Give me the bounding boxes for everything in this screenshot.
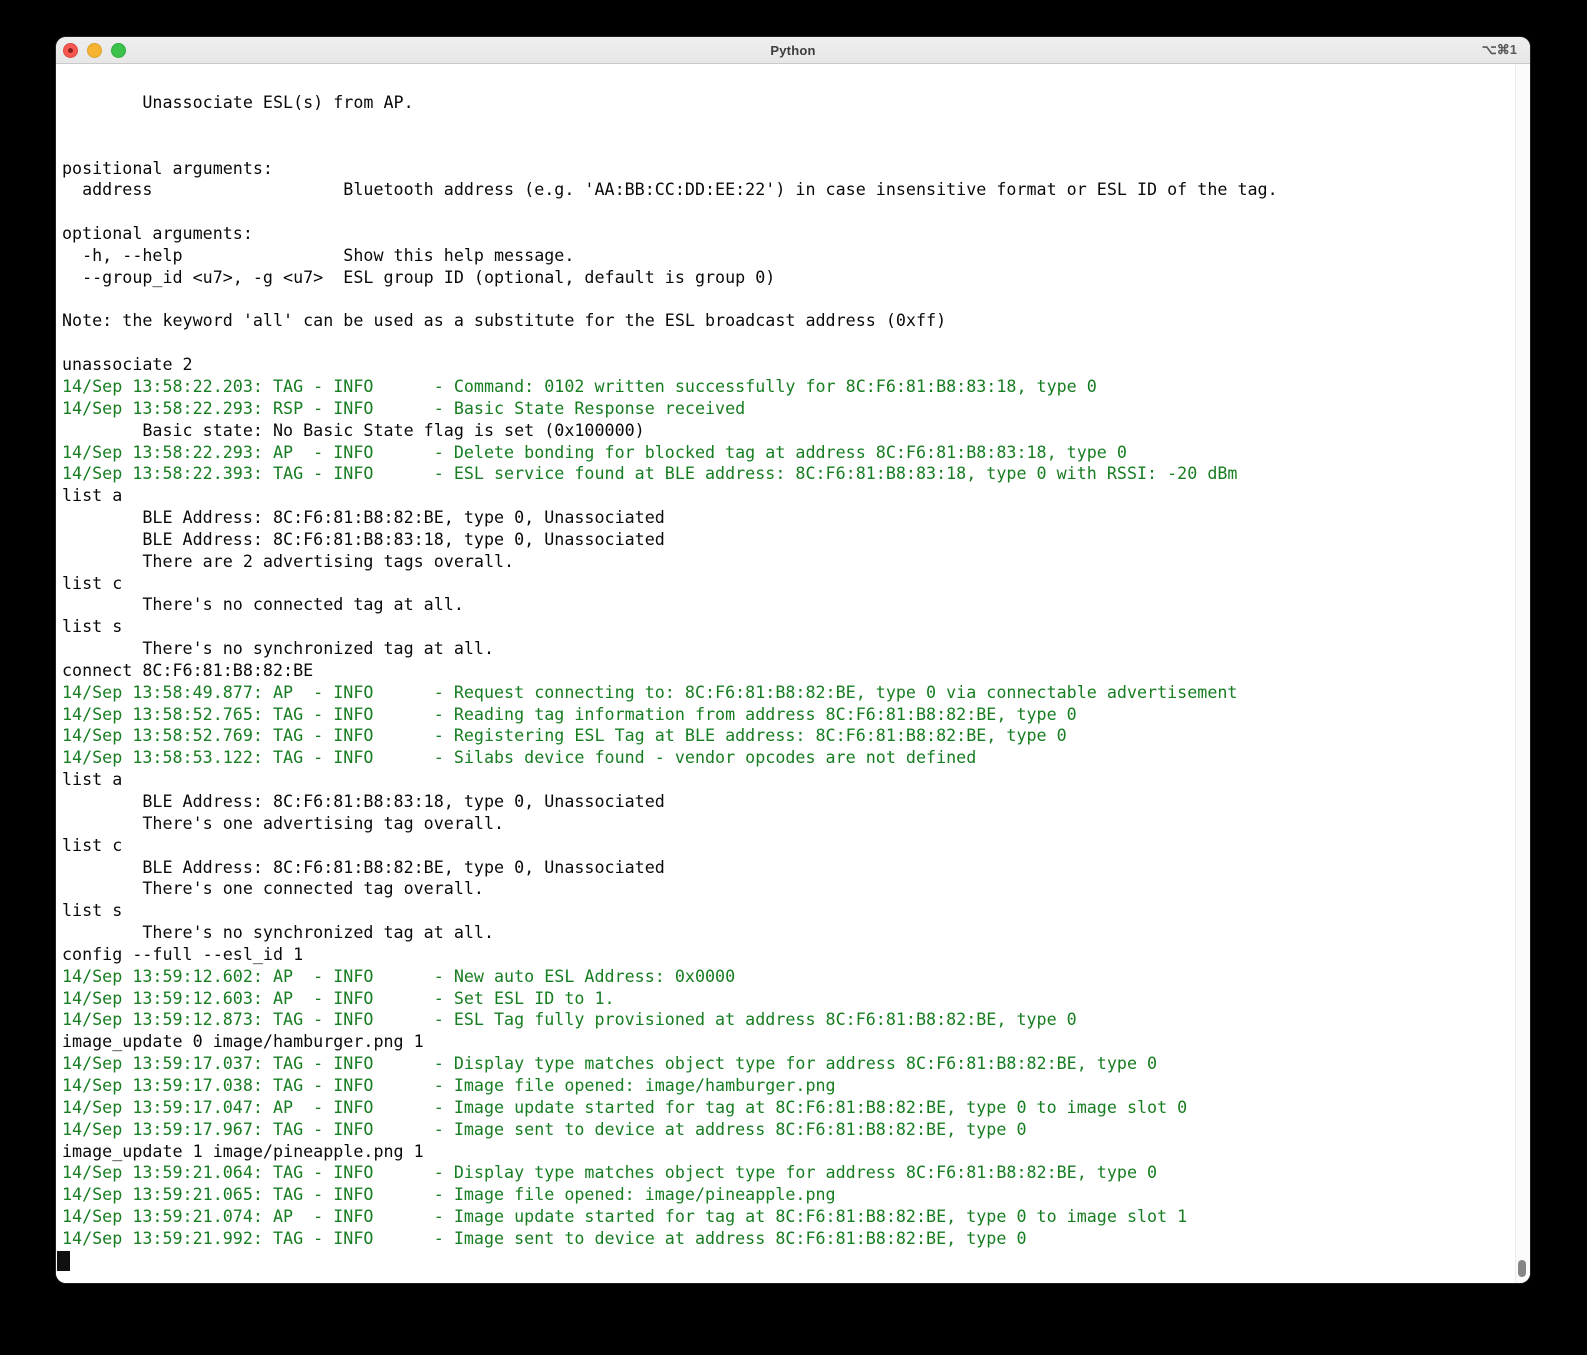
terminal-line: 14/Sep 13:59:17.967: TAG - INFO - Image …	[62, 1118, 1027, 1139]
terminal-line: 14/Sep 13:59:12.603: AP - INFO - Set ESL…	[62, 987, 615, 1008]
close-button[interactable]	[63, 42, 78, 58]
terminal-line: list s	[62, 900, 123, 921]
scrollbar-track[interactable]	[1515, 64, 1530, 1283]
desktop-background: Python ⌥⌘1 Unassociate ESL(s) from AP. po…	[0, 0, 1587, 1355]
terminal-line: 14/Sep 13:58:52.765: TAG - INFO - Readin…	[62, 703, 1077, 724]
terminal-line: image_update 0 image/hamburger.png 1	[62, 1031, 424, 1052]
terminal-line: BLE Address: 8C:F6:81:B8:82:BE, type 0, …	[62, 507, 665, 528]
terminal-line: 14/Sep 13:59:21.065: TAG - INFO - Image …	[62, 1184, 836, 1205]
terminal-line: There's no synchronized tag at all.	[62, 638, 495, 659]
terminal-line: list c	[62, 834, 123, 855]
terminal-line: 14/Sep 13:59:21.992: TAG - INFO - Image …	[62, 1227, 1027, 1248]
terminal-line: config --full --esl_id 1	[62, 943, 304, 964]
window-shortcut-hint: ⌥⌘1	[1481, 42, 1517, 57]
terminal-line: image_update 1 image/pineapple.png 1	[62, 1140, 424, 1161]
terminal-line: 14/Sep 13:58:22.293: AP - INFO - Delete …	[62, 441, 1127, 462]
terminal-line: address Bluetooth address (e.g. 'AA:BB:C…	[62, 179, 1278, 200]
terminal-output[interactable]: Unassociate ESL(s) from AP. positional ar…	[56, 64, 1516, 1283]
terminal-line: connect 8C:F6:81:B8:82:BE	[62, 659, 314, 680]
terminal-line: 14/Sep 13:59:12.602: AP - INFO - New aut…	[62, 965, 736, 986]
terminal-line: positional arguments:	[62, 157, 273, 178]
terminal-line: -h, --help Show this help message.	[62, 244, 575, 265]
unsaved-indicator-icon	[68, 47, 73, 53]
window-title: Python	[770, 42, 816, 58]
terminal-line: 14/Sep 13:58:22.203: TAG - INFO - Comman…	[62, 375, 1097, 396]
python-terminal-window: Python ⌥⌘1 Unassociate ESL(s) from AP. po…	[56, 37, 1530, 1283]
terminal-line: 14/Sep 13:59:12.873: TAG - INFO - ESL Ta…	[62, 1009, 1077, 1030]
terminal-line: BLE Address: 8C:F6:81:B8:83:18, type 0, …	[62, 528, 665, 549]
terminal-line: There's one connected tag overall.	[62, 878, 484, 899]
terminal-line: list s	[62, 616, 123, 637]
terminal-line: 14/Sep 13:58:22.293: RSP - INFO - Basic …	[62, 397, 746, 418]
terminal-content: Unassociate ESL(s) from AP. positional ar…	[56, 64, 1530, 1283]
terminal-line: unassociate 2	[62, 354, 193, 375]
terminal-line: BLE Address: 8C:F6:81:B8:82:BE, type 0, …	[62, 856, 665, 877]
zoom-button[interactable]	[111, 42, 126, 58]
terminal-line: list c	[62, 572, 123, 593]
traffic-lights	[63, 37, 126, 63]
terminal-line: 14/Sep 13:59:21.064: TAG - INFO - Displa…	[62, 1162, 1158, 1183]
terminal-line: 14/Sep 13:58:53.122: TAG - INFO - Silabs…	[62, 747, 977, 768]
terminal-line: 14/Sep 13:58:49.877: AP - INFO - Request…	[62, 681, 1238, 702]
terminal-line: There's one advertising tag overall.	[62, 812, 505, 833]
terminal-line: optional arguments:	[62, 223, 253, 244]
terminal-prompt-line	[57, 1250, 1516, 1272]
terminal-line: There's no synchronized tag at all.	[62, 922, 495, 943]
terminal-line: list a	[62, 485, 123, 506]
terminal-line: BLE Address: 8C:F6:81:B8:83:18, type 0, …	[62, 791, 665, 811]
terminal-line: 14/Sep 13:59:21.074: AP - INFO - Image u…	[62, 1206, 1188, 1227]
terminal-line: Unassociate ESL(s) from AP.	[62, 92, 414, 112]
minimize-button[interactable]	[87, 42, 102, 58]
terminal-line: list a	[62, 769, 123, 790]
terminal-line: 14/Sep 13:59:17.037: TAG - INFO - Displa…	[62, 1053, 1158, 1074]
terminal-line: --group_id <u7>, -g <u7> ESL group ID (o…	[62, 266, 776, 287]
terminal-line: There's no connected tag at all.	[62, 594, 464, 615]
scrollbar-thumb[interactable]	[1518, 1260, 1526, 1277]
window-titlebar[interactable]: Python ⌥⌘1	[56, 37, 1530, 64]
terminal-line: 14/Sep 13:58:52.769: TAG - INFO - Regist…	[62, 725, 1067, 746]
terminal-line: Note: the keyword 'all' can be used as a…	[62, 310, 947, 331]
terminal-line: 14/Sep 13:59:17.047: AP - INFO - Image u…	[62, 1096, 1188, 1117]
terminal-line: 14/Sep 13:59:17.038: TAG - INFO - Image …	[62, 1074, 836, 1095]
terminal-line: 14/Sep 13:58:22.393: TAG - INFO - ESL se…	[62, 463, 1238, 484]
terminal-line: There are 2 advertising tags overall.	[62, 550, 515, 571]
terminal-cursor	[57, 1250, 70, 1271]
terminal-line: Basic state: No Basic State flag is set …	[62, 419, 645, 440]
